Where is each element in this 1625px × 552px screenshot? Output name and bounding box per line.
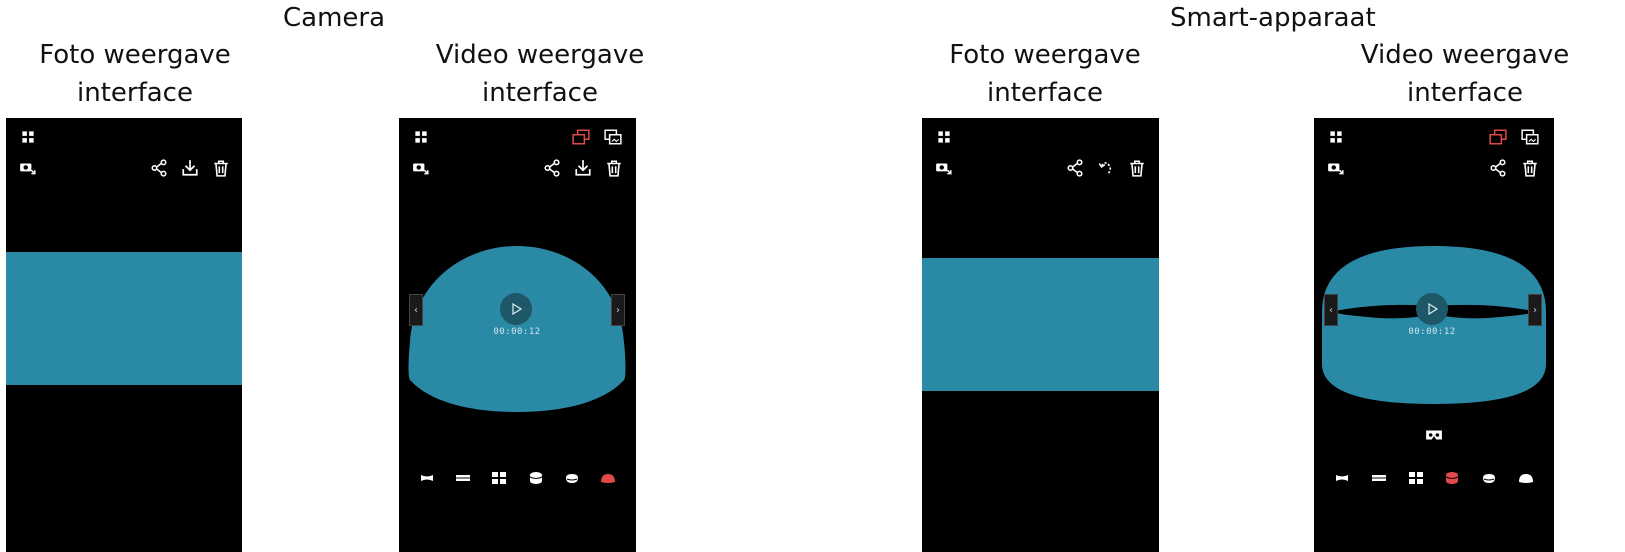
trash-icon[interactable] [211, 158, 231, 178]
download-icon[interactable] [573, 158, 593, 178]
grid-icon[interactable] [1326, 127, 1346, 147]
chevron-right-icon[interactable]: › [1528, 294, 1542, 326]
panorama-mode-icon[interactable] [1332, 470, 1352, 486]
download-icon[interactable] [180, 158, 200, 178]
camera-switch-icon[interactable] [1326, 158, 1346, 178]
panel-label-camera-video: Video weergave interface [435, 40, 645, 108]
panel-label-smart-video: Video weergave interface [1360, 40, 1570, 108]
trash-icon[interactable] [604, 158, 624, 178]
share-icon[interactable] [1488, 158, 1508, 178]
chevron-right-icon[interactable]: › [611, 294, 625, 326]
single-view-icon[interactable] [1369, 470, 1389, 486]
camera-section-title: Camera [283, 3, 386, 33]
dome-view-icon[interactable] [1516, 470, 1536, 486]
camera-switch-icon[interactable] [18, 158, 38, 178]
trash-icon[interactable] [1127, 158, 1147, 178]
smart-photo-screen [922, 118, 1159, 552]
vr-headset-icon[interactable] [1424, 425, 1444, 445]
play-icon[interactable] [500, 293, 532, 325]
chevron-left-icon[interactable]: ‹ [1324, 294, 1338, 326]
photo-preview [922, 258, 1159, 391]
camera-photo-screen [6, 118, 242, 552]
photo-preview [6, 252, 242, 385]
view-mode-icon[interactable] [1488, 127, 1508, 147]
share-icon[interactable] [1065, 158, 1085, 178]
grid-icon[interactable] [934, 127, 954, 147]
trash-icon[interactable] [1520, 158, 1540, 178]
quad-view-icon[interactable] [1406, 470, 1426, 486]
quad-view-icon[interactable] [489, 470, 509, 486]
view-mode-alt-icon[interactable] [1520, 127, 1540, 147]
bowl-view-icon[interactable] [562, 470, 582, 486]
cylinder-view-icon[interactable] [1442, 470, 1462, 486]
panel-label-camera-photo: Foto weergave interface [39, 40, 231, 108]
grid-icon[interactable] [18, 127, 38, 147]
chevron-left-icon[interactable]: ‹ [409, 294, 423, 326]
camera-switch-icon[interactable] [411, 158, 431, 178]
grid-icon[interactable] [411, 127, 431, 147]
bowl-view-icon[interactable] [1479, 470, 1499, 486]
play-icon[interactable] [1416, 293, 1448, 325]
video-timestamp: 00:00:12 [1408, 327, 1456, 337]
share-icon[interactable] [149, 158, 169, 178]
cylinder-view-icon[interactable] [526, 470, 546, 486]
camera-switch-icon[interactable] [934, 158, 954, 178]
video-timestamp: 00:00:12 [493, 327, 541, 337]
smart-device-section-title: Smart-apparaat [1170, 3, 1376, 33]
rotate-icon[interactable] [1096, 158, 1116, 178]
panorama-mode-icon[interactable] [417, 470, 437, 486]
share-icon[interactable] [542, 158, 562, 178]
view-mode-alt-icon[interactable] [603, 127, 623, 147]
camera-video-screen: ‹ › 00:00:12 [399, 118, 636, 552]
single-view-icon[interactable] [453, 470, 473, 486]
view-mode-icon[interactable] [571, 127, 591, 147]
view-mode-bar [1314, 470, 1554, 486]
smart-video-screen: ‹ › 00:00:12 [1314, 118, 1554, 552]
view-mode-bar [399, 470, 636, 486]
dome-view-icon[interactable] [598, 470, 618, 486]
panel-label-smart-photo: Foto weergave interface [949, 40, 1141, 108]
